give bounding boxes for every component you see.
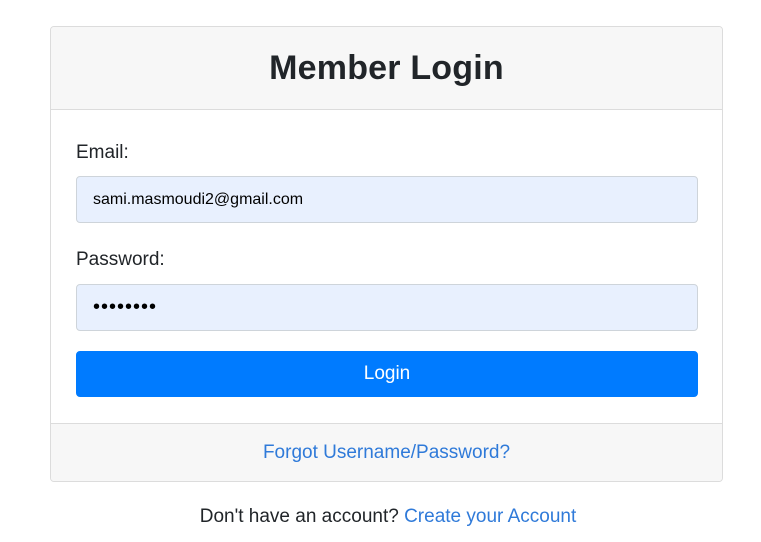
card-header: Member Login [51,27,722,110]
card-footer: Forgot Username/Password? [51,423,722,481]
login-card: Member Login Email: Password: Login Forg… [50,26,723,482]
login-button[interactable]: Login [76,351,698,397]
forgot-password-link[interactable]: Forgot Username/Password? [263,442,510,464]
password-label: Password: [76,249,165,270]
email-label: Email: [76,142,129,163]
login-form: Email: Password: Login [51,110,722,423]
create-account-link[interactable]: Create your Account [404,506,576,527]
password-field[interactable] [76,284,698,331]
email-field[interactable] [76,176,698,223]
signup-prompt-text: Don't have an account? [199,506,399,527]
page-title: Member Login [269,48,504,87]
signup-prompt: Don't have an account? Create your Accou… [0,506,761,528]
